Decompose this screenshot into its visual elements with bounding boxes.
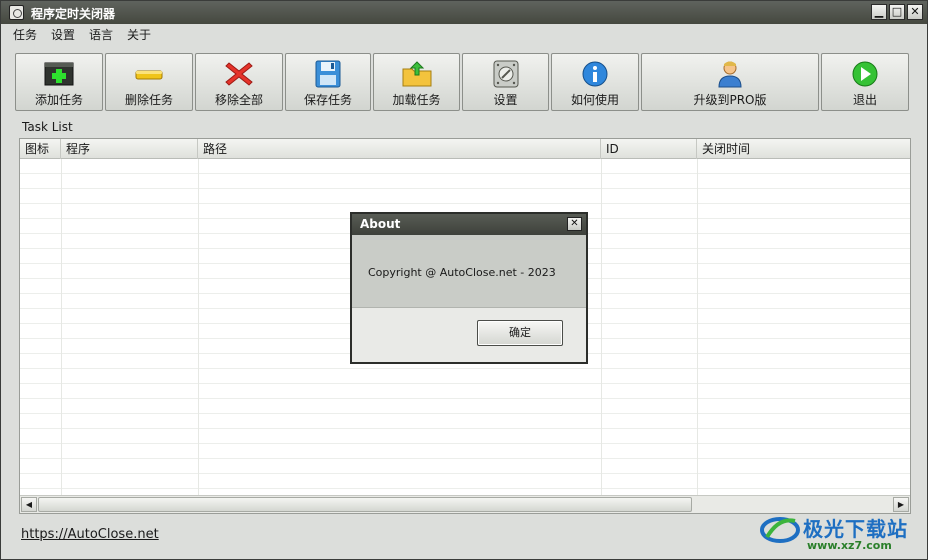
- watermark-title: 极光下载站: [803, 517, 908, 541]
- upgrade-pro-button[interactable]: 升级到PRO版: [641, 53, 819, 111]
- info-icon: [582, 61, 608, 87]
- close-button[interactable]: ✕: [907, 4, 923, 20]
- column-divider: [601, 159, 602, 495]
- maximize-button[interactable]: □: [889, 4, 905, 20]
- menu-about[interactable]: 关于: [125, 26, 153, 43]
- window-title: 程序定时关闭器: [31, 7, 116, 21]
- task-list-label: Task List: [22, 120, 73, 134]
- website-link[interactable]: https://AutoClose.net: [21, 527, 159, 542]
- watermark-url: www.xz7.com: [807, 539, 892, 552]
- exit-label: 退出: [852, 93, 877, 107]
- watermark-logo-icon: [760, 517, 800, 543]
- about-dialog: About ✕ Copyright @ AutoClose.net - 2023…: [350, 212, 588, 364]
- column-divider: [198, 159, 199, 495]
- column-header-path[interactable]: 路径: [198, 139, 601, 159]
- remove-all-icon: [225, 62, 253, 86]
- minimize-button[interactable]: ▁: [871, 4, 887, 20]
- delete-task-button[interactable]: 删除任务: [105, 53, 193, 111]
- save-task-button[interactable]: 保存任务: [285, 53, 371, 111]
- table-header: 图标 程序 路径 ID 关闭时间: [20, 139, 910, 159]
- load-task-label: 加载任务: [392, 93, 441, 107]
- copyright-text: Copyright @ AutoClose.net - 2023: [368, 266, 556, 279]
- app-clock-icon: [9, 5, 24, 20]
- add-task-button[interactable]: 添加任务: [15, 53, 103, 111]
- dialog-close-button[interactable]: ✕: [567, 217, 582, 231]
- exit-button[interactable]: 退出: [821, 53, 909, 111]
- main-window: 程序定时关闭器 ▁ □ ✕ 任务 设置 语言 关于 添加任务 删除任务 移除全部: [0, 0, 928, 560]
- load-task-button[interactable]: 加载任务: [373, 53, 460, 111]
- menu-task[interactable]: 任务: [11, 26, 39, 43]
- menu-language[interactable]: 语言: [87, 26, 115, 43]
- settings-icon: [493, 60, 518, 88]
- user-upgrade-icon: [718, 61, 742, 88]
- how-to-use-label: 如何使用: [570, 93, 619, 107]
- column-divider: [61, 159, 62, 495]
- column-divider: [697, 159, 698, 495]
- add-task-label: 添加任务: [34, 93, 83, 107]
- title-bar[interactable]: 程序定时关闭器 ▁ □ ✕: [1, 1, 927, 24]
- how-to-use-button[interactable]: 如何使用: [551, 53, 639, 111]
- load-folder-icon: [402, 61, 431, 87]
- exit-icon: [852, 61, 878, 87]
- dialog-message-area: Copyright @ AutoClose.net - 2023: [352, 235, 586, 308]
- save-icon: [315, 60, 341, 88]
- remove-all-button[interactable]: 移除全部: [195, 53, 283, 111]
- menu-settings[interactable]: 设置: [49, 26, 77, 43]
- remove-all-label: 移除全部: [214, 93, 263, 107]
- delete-task-label: 删除任务: [124, 93, 173, 107]
- scroll-left-icon[interactable]: ◀: [21, 497, 37, 512]
- save-task-label: 保存任务: [303, 93, 352, 107]
- ok-button[interactable]: 确定: [477, 320, 563, 346]
- settings-button[interactable]: 设置: [462, 53, 549, 111]
- watermark: 极光下载站 www.xz7.com: [759, 507, 919, 555]
- upgrade-pro-label: 升级到PRO版: [693, 93, 767, 107]
- column-header-id[interactable]: ID: [601, 139, 697, 159]
- add-task-icon: [44, 62, 74, 86]
- column-header-icon[interactable]: 图标: [20, 139, 61, 159]
- delete-task-icon: [135, 70, 163, 80]
- dialog-title[interactable]: About: [352, 214, 586, 235]
- scrollbar-thumb[interactable]: [38, 497, 692, 512]
- menu-bar: 任务 设置 语言 关于: [1, 24, 927, 44]
- column-header-program[interactable]: 程序: [61, 139, 198, 159]
- column-header-close-time[interactable]: 关闭时间: [697, 139, 910, 159]
- settings-label: 设置: [493, 93, 518, 107]
